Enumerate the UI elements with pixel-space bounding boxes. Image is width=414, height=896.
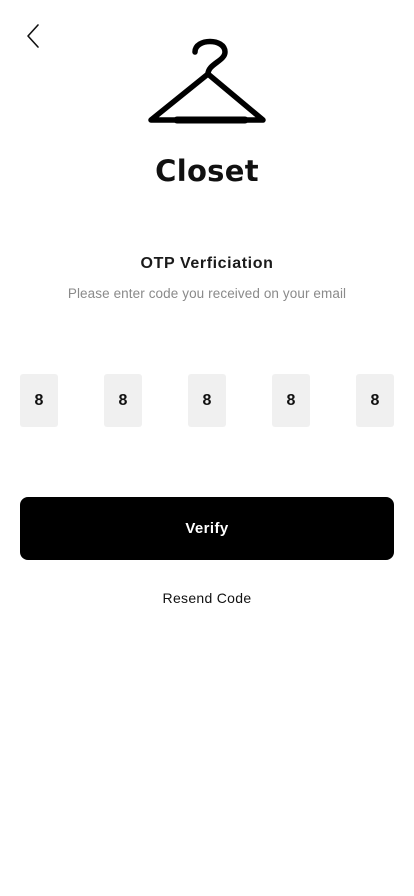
otp-digit-1[interactable]: 8: [20, 374, 58, 427]
otp-heading: OTP Verficiation: [140, 255, 274, 272]
clothes-hanger-icon: [148, 38, 266, 124]
verify-button-label: Verify: [185, 520, 229, 537]
otp-input-row: 8 8 8 8 8: [20, 374, 394, 427]
otp-digit-3[interactable]: 8: [188, 374, 226, 427]
app-title: Closet: [155, 154, 259, 188]
back-button[interactable]: [18, 20, 48, 52]
otp-digit-4[interactable]: 8: [272, 374, 310, 427]
otp-digit-2[interactable]: 8: [104, 374, 142, 427]
chevron-left-icon: [27, 24, 39, 48]
otp-digit-5[interactable]: 8: [356, 374, 394, 427]
resend-code-link[interactable]: Resend Code: [0, 590, 414, 606]
otp-subtitle: Please enter code you received on your e…: [67, 286, 347, 301]
otp-verification-screen: Closet OTP Verficiation Please enter cod…: [0, 0, 414, 896]
verify-button[interactable]: Verify: [20, 497, 394, 560]
